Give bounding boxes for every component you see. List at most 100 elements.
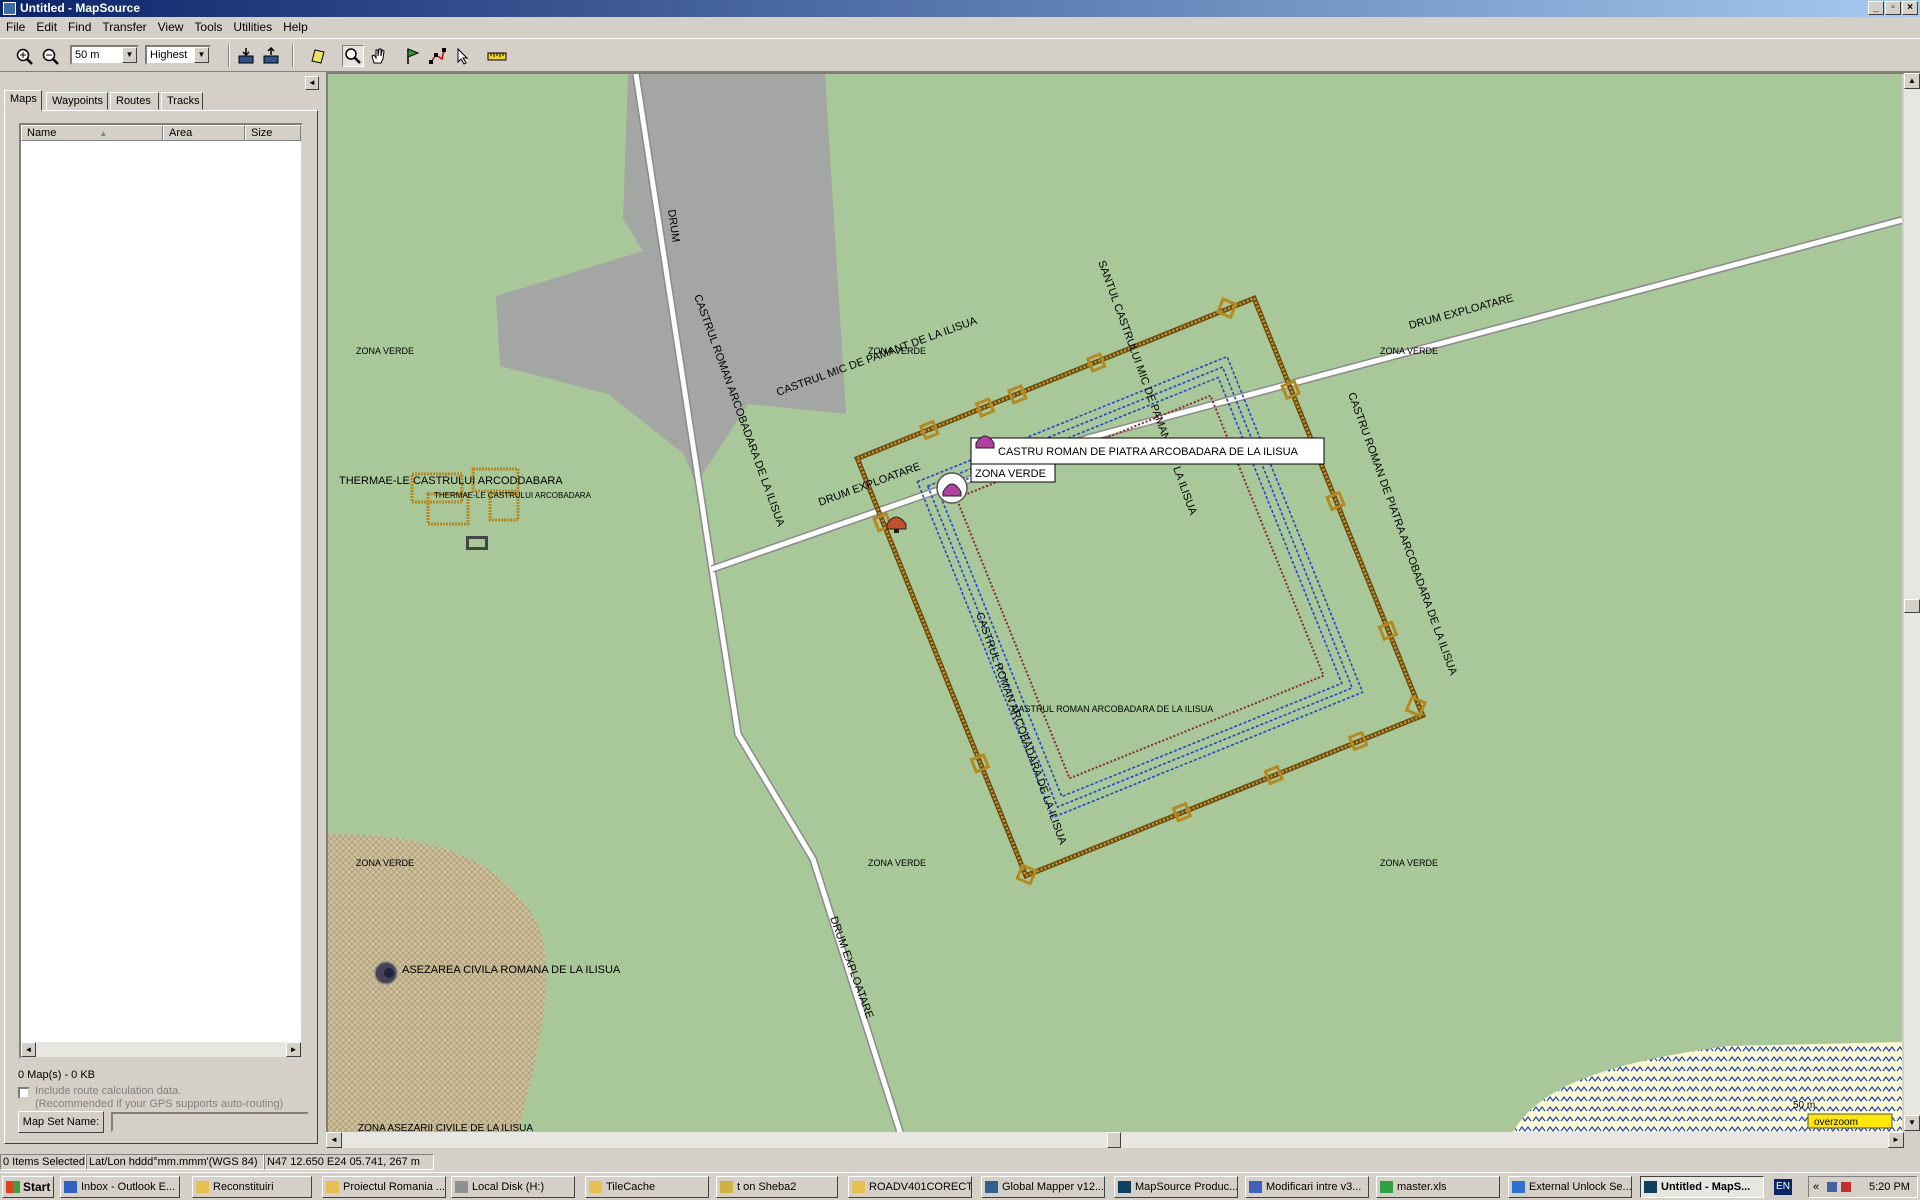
document-icon (1249, 1181, 1262, 1193)
zone-label: ZONA VERDE (868, 858, 926, 868)
disk-icon (455, 1181, 468, 1193)
task-button[interactable]: External Unlock Se... (1508, 1176, 1632, 1198)
scale-label: 50 m (1793, 1100, 1815, 1111)
menu-view[interactable]: View (152, 17, 189, 34)
scroll-right-icon[interactable]: ► (286, 1042, 301, 1057)
task-button[interactable]: Global Mapper v12... (981, 1176, 1105, 1198)
route-tool-icon[interactable] (426, 45, 448, 67)
minimize-button[interactable]: _ (1868, 1, 1884, 15)
settlement-label-bottom: ZONA ASEZARII CIVILE DE LA ILISUA (358, 1123, 533, 1132)
tab-maps[interactable]: Maps (4, 90, 42, 111)
column-header-size[interactable]: Size (245, 125, 301, 141)
maps-tab-pane: Name ▲ Area Size ◄ ► 0 Map(s) - 0 KB Inc… (4, 110, 318, 1144)
selected-poi-icon[interactable] (936, 472, 968, 504)
zone-label: ZONA VERDE (356, 346, 414, 356)
zoom-in-icon[interactable] (13, 45, 35, 67)
menu-file[interactable]: File (0, 17, 30, 34)
menu-find[interactable]: Find (62, 17, 96, 34)
system-tray: « 5:20 PM (1808, 1176, 1918, 1198)
column-header-area[interactable]: Area (163, 125, 245, 141)
taskbar: Start Inbox - Outlook E... Reconstituiri… (0, 1172, 1920, 1200)
menu-edit[interactable]: Edit (30, 17, 62, 34)
bridge-icon (466, 536, 488, 550)
route-calc-checkbox[interactable] (18, 1087, 30, 1099)
tab-routes[interactable]: Routes (110, 92, 159, 110)
distance-tool-icon[interactable] (486, 45, 508, 67)
zoom-out-icon[interactable] (39, 45, 61, 67)
zoom-level-select[interactable]: 50 m ▼ (70, 45, 139, 65)
tray-expand-icon[interactable]: « (1813, 1177, 1819, 1197)
task-button[interactable]: t on Sheba2 (716, 1176, 838, 1198)
menu-help[interactable]: Help (277, 17, 313, 34)
detail-level-select[interactable]: Highest ▼ (145, 45, 211, 65)
waypoint-tool-icon[interactable] (401, 45, 423, 67)
network-tray-icon[interactable] (1827, 1182, 1837, 1192)
zoom-tool-icon[interactable] (342, 45, 364, 67)
windows-logo-icon (6, 1181, 20, 1193)
tab-tracks[interactable]: Tracks (161, 92, 203, 110)
scroll-down-icon[interactable]: ▼ (1904, 1115, 1920, 1131)
status-format: Lat/Lon hddd°mm.mmm'(WGS 84) (86, 1154, 264, 1170)
tooltip-title: CASTRU ROMAN DE PIATRA ARCOBADARA DE LA … (998, 446, 1299, 458)
column-header-name[interactable]: Name ▲ (21, 125, 163, 141)
task-button[interactable]: Local Disk (H:) (451, 1176, 575, 1198)
map-canvas[interactable]: ZONA VERDE ZONA VERDE ZONA VERDE ZONA VE… (328, 74, 1902, 1132)
toolbar-separator (228, 45, 230, 67)
folder-icon (196, 1181, 209, 1193)
task-button[interactable]: Proiectul Romania ... (322, 1176, 446, 1198)
map-view[interactable]: ZONA VERDE ZONA VERDE ZONA VERDE ZONA VE… (326, 72, 1920, 1148)
menu-tools[interactable]: Tools (188, 17, 227, 34)
chevron-down-icon[interactable]: ▼ (194, 47, 209, 63)
scroll-up-icon[interactable]: ▲ (1904, 73, 1920, 89)
map-horizontal-scrollbar[interactable]: ◄ ► (326, 1132, 1904, 1148)
network-icon (720, 1181, 733, 1193)
settlement-label: ASEZAREA CIVILA ROMANA DE LA ILISUA (402, 964, 621, 976)
toolbar: 50 m ▼ Highest ▼ (0, 38, 1920, 72)
restore-button[interactable]: ▫ (1885, 1, 1901, 15)
globe-icon (985, 1181, 998, 1193)
map-list[interactable]: Name ▲ Area Size ◄ ► (19, 123, 303, 1059)
chevron-down-icon[interactable]: ▼ (122, 47, 137, 63)
browser-icon (1512, 1181, 1525, 1193)
language-indicator[interactable]: EN (1774, 1179, 1792, 1195)
task-button[interactable]: Modificari intre v3... (1245, 1176, 1369, 1198)
scroll-thumb[interactable] (1107, 1132, 1121, 1148)
zone-label: ZONA VERDE (1380, 346, 1438, 356)
menu-bar: File Edit Find Transfer View Tools Utilities He… (0, 17, 1920, 37)
task-button[interactable]: MapSource Produc... (1114, 1176, 1238, 1198)
task-button[interactable]: Reconstituiri (192, 1176, 312, 1198)
send-to-device-icon[interactable] (260, 45, 282, 67)
side-panel: ◄ Maps Waypoints Routes Tracks Name ▲ Ar… (0, 72, 322, 1148)
selection-tool-icon[interactable] (452, 45, 474, 67)
hand-tool-icon[interactable] (367, 45, 389, 67)
folder-icon (589, 1181, 602, 1193)
receive-from-device-icon[interactable] (235, 45, 257, 67)
map-tool-icon[interactable] (307, 45, 329, 67)
scroll-left-icon[interactable]: ◄ (326, 1132, 342, 1148)
overzoom-label: overzoom (1814, 1117, 1858, 1128)
title-bar: Untitled - MapSource _ ▫ × (0, 0, 1920, 17)
map-vertical-scrollbar[interactable]: ▲ ▼ (1904, 73, 1920, 1131)
task-button[interactable]: TileCache (585, 1176, 709, 1198)
task-button[interactable]: ROADV401CORECT (848, 1176, 972, 1198)
task-button-active[interactable]: Untitled - MapS... (1640, 1176, 1764, 1198)
scroll-left-icon[interactable]: ◄ (21, 1042, 36, 1057)
scroll-thumb[interactable] (1904, 599, 1920, 613)
map-set-name-input[interactable] (111, 1112, 309, 1132)
close-button[interactable]: × (1902, 1, 1918, 15)
zoom-level-value: 50 m (75, 49, 100, 61)
menu-transfer[interactable]: Transfer (96, 17, 151, 34)
tab-waypoints[interactable]: Waypoints (46, 92, 108, 110)
start-button[interactable]: Start (2, 1176, 54, 1198)
mapsource-icon (1644, 1181, 1657, 1193)
list-horizontal-scrollbar[interactable]: ◄ ► (21, 1042, 301, 1057)
status-coords: N47 12.650 E24 05.741, 267 m (264, 1154, 434, 1170)
collapse-panel-icon[interactable]: ◄ (305, 76, 319, 90)
scroll-right-icon[interactable]: ► (1888, 1132, 1904, 1148)
map-set-name-button[interactable]: Map Set Name: (18, 1111, 104, 1133)
zone-label: ZONA VERDE (1380, 858, 1438, 868)
antivirus-tray-icon[interactable] (1841, 1182, 1851, 1192)
task-button[interactable]: master.xls (1376, 1176, 1500, 1198)
task-button[interactable]: Inbox - Outlook E... (60, 1176, 180, 1198)
menu-utilities[interactable]: Utilities (227, 17, 277, 34)
